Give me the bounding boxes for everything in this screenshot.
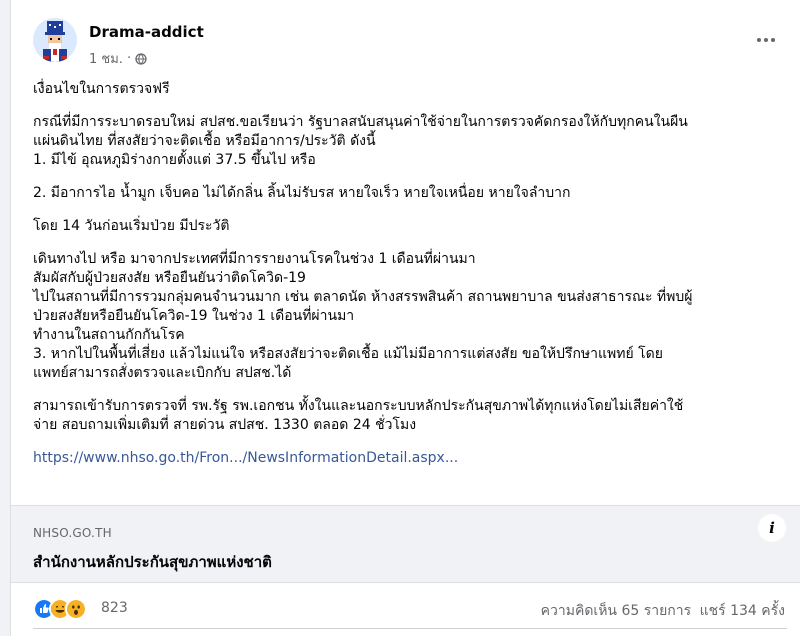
post-line: แพทย์สามารถสั่งตรวจและเบิกกับ สปสช.ได้ xyxy=(33,365,292,381)
author-name[interactable]: Drama-addict xyxy=(89,23,204,41)
post-time[interactable]: 1 ชม. xyxy=(89,48,123,69)
comments-count[interactable]: ความคิดเห็น 65 รายการ xyxy=(541,603,692,619)
post-card: Drama-addict 1 ชม. · เงื่อนไขในการตรวจฟร… xyxy=(10,0,800,636)
post-line: ทำงานในสถานกักกันโรค xyxy=(33,327,185,343)
post-line: 1. มีไข้ อุณหภูมิร่างกายตั้งแต่ 37.5 ขึ้… xyxy=(33,152,316,168)
reaction-count[interactable]: 823 xyxy=(101,600,128,616)
post-line: เงื่อนไขในการตรวจฟรี xyxy=(33,81,170,97)
globe-icon[interactable] xyxy=(135,52,147,65)
nhso-link[interactable]: https://www.nhso.go.th/Fron.../NewsInfor… xyxy=(33,450,458,466)
post-line: กรณีที่มีการระบาดรอบใหม่ สปสช.ขอเรียนว่า… xyxy=(33,114,688,130)
paragraph-contact: สามารถเข้ารับการตรวจที่ รพ.รัฐ รพ.เอกชน … xyxy=(33,397,783,435)
post-line: โดย 14 วันก่อนเริ่มป่วย มีประวัติ xyxy=(33,218,230,234)
post-meta: 1 ชม. · xyxy=(89,48,147,69)
dot-icon xyxy=(764,38,768,42)
post-line: 2. มีอาการไอ น้ำมูก เจ็บคอ ไม่ได้กลิ่น ล… xyxy=(33,185,571,201)
separator-dot: · xyxy=(126,51,132,66)
post-header: Drama-addict 1 ชม. · xyxy=(33,18,793,68)
info-icon[interactable]: i xyxy=(758,514,786,542)
link-preview[interactable]: NHSO.GO.TH สำนักงานหลักประกันสุขภาพแห่งช… xyxy=(11,505,800,583)
post-line: ป่วยสงสัยหรือยืนยันโควิด-19 ในช่วง 1 เดื… xyxy=(33,308,355,324)
paragraph-conditions: เดินทางไป หรือ มาจากประเทศที่มีการรายงาน… xyxy=(33,250,783,383)
post-line: ไปในสถานที่มีการรวมกลุ่มคนจำนวนมาก เช่น … xyxy=(33,289,693,305)
wow-icon xyxy=(65,598,87,620)
more-options-button[interactable] xyxy=(751,30,781,50)
preview-domain: NHSO.GO.TH xyxy=(33,526,112,540)
post-body: เงื่อนไขในการตรวจฟรี กรณีที่มีการระบาดรอ… xyxy=(33,78,783,468)
uncle-sam-avatar-icon xyxy=(33,18,77,62)
post-stats: 823 ความคิดเห็น 65 รายการ แชร์ 134 ครั้ง xyxy=(33,598,787,622)
paragraph-history: โดย 14 วันก่อนเริ่มป่วย มีประวัติ xyxy=(33,217,783,236)
avatar[interactable] xyxy=(33,18,77,62)
engagement-summary: ความคิดเห็น 65 รายการ แชร์ 134 ครั้ง xyxy=(541,600,785,622)
post-line: เดินทางไป หรือ มาจากประเทศที่มีการรายงาน… xyxy=(33,251,476,267)
paragraph-link: https://www.nhso.go.th/Fron.../NewsInfor… xyxy=(33,449,783,468)
paragraph-title: เงื่อนไขในการตรวจฟรี xyxy=(33,80,783,99)
dot-icon xyxy=(757,38,761,42)
shares-count[interactable]: แชร์ 134 ครั้ง xyxy=(700,603,785,619)
preview-title[interactable]: สำนักงานหลักประกันสุขภาพแห่งชาติ xyxy=(33,550,272,574)
post-line: สามารถเข้ารับการตรวจที่ รพ.รัฐ รพ.เอกชน … xyxy=(33,398,684,414)
post-line: 3. หากไปในพื้นที่เสี่ยง แล้วไม่แน่ใจ หรื… xyxy=(33,346,663,362)
post-line: สัมผัสกับผู้ป่วยสงสัย หรือยืนยันว่าติดโค… xyxy=(33,270,306,286)
paragraph-intro: กรณีที่มีการระบาดรอบใหม่ สปสช.ขอเรียนว่า… xyxy=(33,113,783,170)
post-line: แผ่นดินไทย ที่สงสัยว่าจะติดเชื้อ หรือมีอ… xyxy=(33,133,376,149)
reaction-icons[interactable] xyxy=(33,598,87,620)
dot-icon xyxy=(771,38,775,42)
post-line: จ่าย สอบถามเพิ่มเติมที่ สายด่วน สปสช. 13… xyxy=(33,417,417,433)
action-divider xyxy=(33,628,787,629)
paragraph-symptoms: 2. มีอาการไอ น้ำมูก เจ็บคอ ไม่ได้กลิ่น ล… xyxy=(33,184,783,203)
